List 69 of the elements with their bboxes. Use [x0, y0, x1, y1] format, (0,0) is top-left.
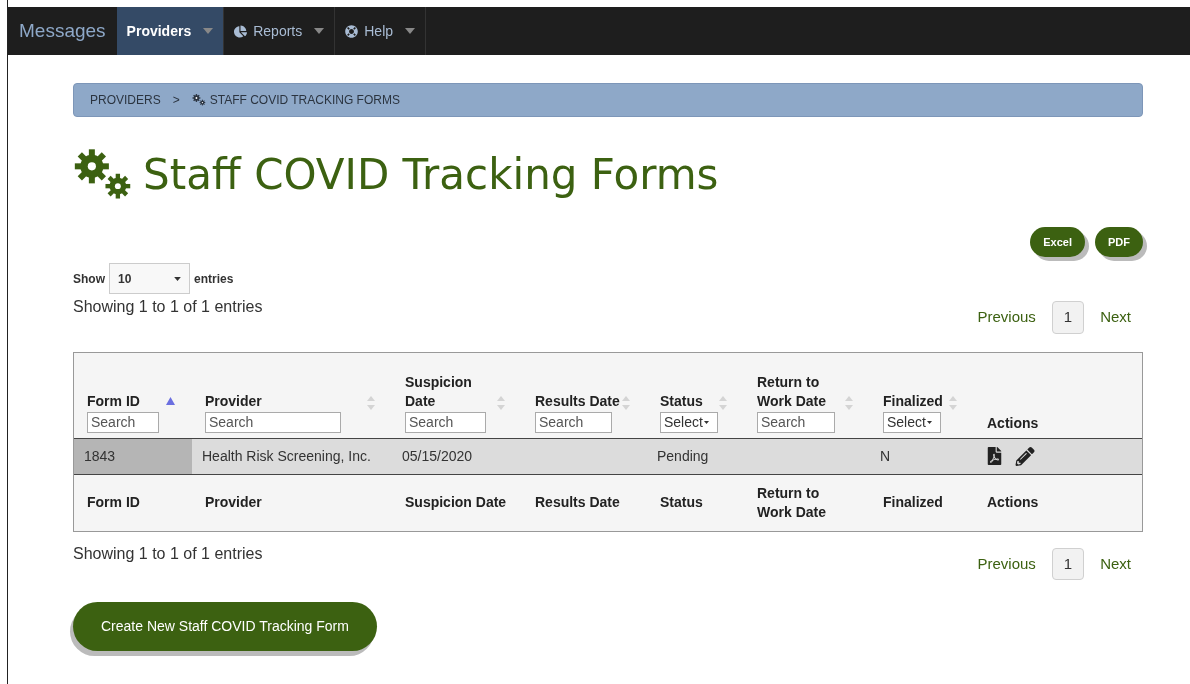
column-label: Form ID: [87, 391, 140, 411]
column-footer: Provider: [192, 474, 392, 531]
table-cell-text: N: [879, 446, 892, 466]
page-title: Staff COVID Tracking Forms: [143, 154, 719, 196]
lifebuoy-icon: [345, 24, 359, 38]
previous-link[interactable]: Previous: [965, 548, 1048, 579]
sort-icon[interactable]: [949, 394, 957, 411]
column-footer: Results Date: [522, 474, 647, 531]
search-field[interactable]: Search: [535, 411, 613, 433]
next-link[interactable]: Next: [1088, 302, 1143, 333]
caret-icon: [703, 420, 709, 424]
page-button[interactable]: 1: [1051, 547, 1085, 580]
search-field[interactable]: Search: [205, 411, 341, 433]
column-label: Finalized: [883, 391, 943, 411]
sort-icon[interactable]: [719, 394, 727, 411]
column-label: Status: [660, 391, 703, 411]
sort-ascending-icon[interactable]: [166, 397, 175, 405]
sort-icon[interactable]: [845, 394, 853, 411]
sort-icon[interactable]: [497, 394, 505, 411]
page-button[interactable]: 1: [1051, 301, 1085, 334]
next-link[interactable]: Next: [1088, 548, 1143, 579]
entries-select[interactable]: 10: [109, 263, 190, 294]
caret-icon: [174, 276, 181, 281]
gears-icon: [191, 94, 206, 106]
nav-menu[interactable]: Providers: [116, 7, 225, 55]
column-footer: Finalized: [870, 474, 974, 531]
sort-icon[interactable]: [367, 394, 375, 411]
table-cell-text: Health Risk Screening, Inc.: [201, 446, 372, 466]
filter-select[interactable]: Select: [660, 411, 718, 433]
column-footer: Suspicion Date: [392, 474, 522, 531]
column-label: Suspicion Date: [405, 372, 473, 411]
search-field[interactable]: Search: [87, 411, 159, 433]
nav-label: Providers: [126, 21, 192, 41]
entries-label: entries: [194, 270, 234, 288]
nav-label: Help: [364, 21, 394, 41]
caret-icon: [314, 28, 325, 34]
search-field[interactable]: Search: [757, 411, 835, 433]
column-label: Return to Work Date: [757, 372, 827, 411]
table-cell: 1843: [74, 438, 192, 474]
entries-info: Showing 1 to 1 of 1 entries: [73, 297, 263, 317]
column-footer: Form ID: [74, 474, 192, 531]
previous-link[interactable]: Previous: [965, 302, 1048, 333]
show-label: Show: [73, 270, 105, 288]
pie-chart-icon: [234, 24, 248, 38]
column-label: Actions: [987, 413, 1039, 433]
breadcrumb-separator: >: [172, 92, 180, 109]
table-cell-text: Pending: [656, 446, 710, 466]
column-label: Results Date: [535, 391, 620, 411]
column-label: Provider: [205, 391, 262, 411]
column-footer: Return to Work Date: [744, 474, 870, 531]
caret-icon: [926, 420, 932, 424]
nav-menu[interactable]: Help: [335, 7, 427, 55]
gears-icon: [73, 149, 133, 201]
column-footer: Actions: [974, 474, 1142, 531]
entries-info: Showing 1 to 1 of 1 entries: [73, 543, 263, 564]
table-cell-text: 05/15/2020: [401, 446, 474, 466]
nav-label: Reports: [253, 21, 303, 41]
pencil-icon[interactable]: [1015, 446, 1035, 466]
nav-menu[interactable]: Reports: [224, 7, 336, 55]
column-footer: Status: [647, 474, 744, 531]
filter-select[interactable]: Select: [883, 411, 941, 433]
brand-link[interactable]: Messages: [8, 7, 117, 55]
caret-icon: [405, 28, 416, 34]
caret-icon: [203, 28, 214, 34]
breadcrumb-link[interactable]: PROVIDERS: [90, 91, 161, 109]
sort-icon[interactable]: [622, 394, 630, 411]
search-field[interactable]: Search: [405, 411, 487, 433]
breadcrumb-current: STAFF COVID TRACKING FORMS: [209, 92, 400, 109]
pdf-file-icon[interactable]: [987, 447, 1002, 465]
